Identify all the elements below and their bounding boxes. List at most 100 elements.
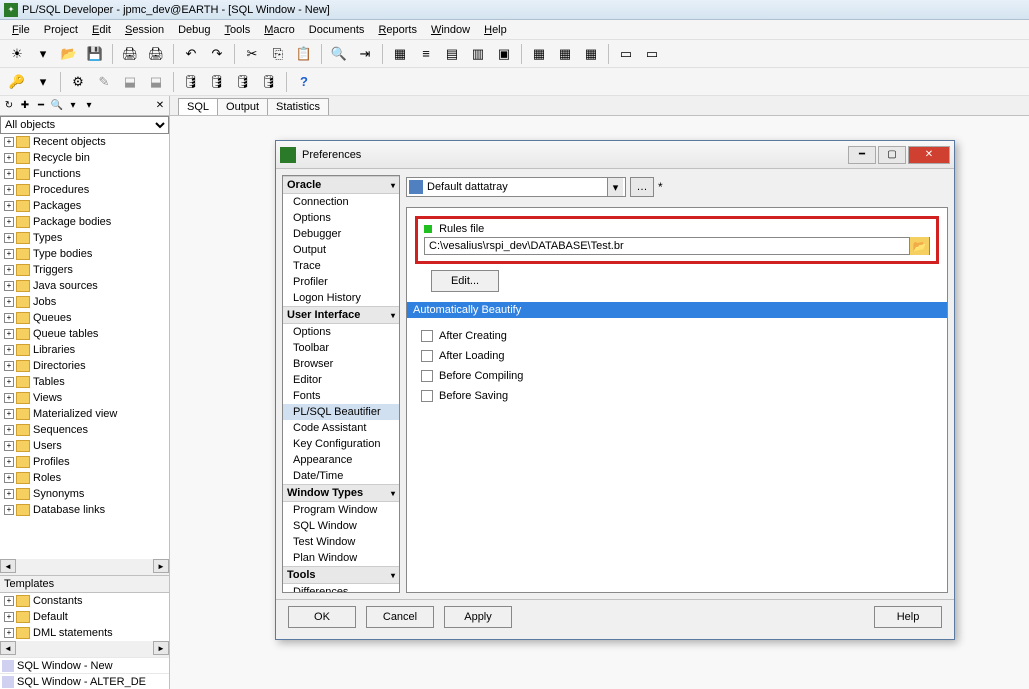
- pref-section-ui[interactable]: User Interface▾: [283, 306, 399, 324]
- tb-icon-f[interactable]: ▦: [528, 43, 550, 65]
- h-scrollbar-2[interactable]: ◄ ►: [0, 641, 169, 657]
- expand-icon[interactable]: +: [4, 233, 14, 243]
- minimize-button[interactable]: ━: [848, 146, 876, 164]
- pref-item[interactable]: Trace: [283, 258, 399, 274]
- expand-icon[interactable]: +: [4, 345, 14, 355]
- tree-item[interactable]: +Recent objects: [0, 134, 169, 150]
- tree-item[interactable]: +Queues: [0, 310, 169, 326]
- ok-button[interactable]: OK: [288, 606, 356, 628]
- pref-ellipsis-button[interactable]: …: [630, 177, 654, 197]
- expand-icon[interactable]: +: [4, 185, 14, 195]
- checkbox[interactable]: [421, 330, 433, 342]
- expand-icon[interactable]: +: [4, 137, 14, 147]
- expand-icon[interactable]: +: [4, 596, 14, 606]
- tb-icon-i[interactable]: ▭: [615, 43, 637, 65]
- menu-session[interactable]: Session: [119, 22, 170, 38]
- tree-item[interactable]: +Functions: [0, 166, 169, 182]
- new-icon[interactable]: ☀: [6, 43, 28, 65]
- dialog-titlebar[interactable]: Preferences ━ ▢ ✕: [276, 141, 954, 169]
- copy-icon[interactable]: ⎘: [267, 43, 289, 65]
- menu-file[interactable]: File: [6, 22, 36, 38]
- browse-button[interactable]: 📂: [909, 237, 929, 255]
- expand-icon[interactable]: +: [4, 361, 14, 371]
- chevron-down-icon[interactable]: ▾: [607, 178, 623, 196]
- tb-icon-e[interactable]: ▣: [493, 43, 515, 65]
- collapse-icon[interactable]: ━: [34, 99, 48, 113]
- menu-help[interactable]: Help: [478, 22, 513, 38]
- expand-icon[interactable]: +: [4, 393, 14, 403]
- tb-icon-a[interactable]: ▦: [389, 43, 411, 65]
- object-filter-combo[interactable]: All objects: [0, 116, 169, 134]
- refresh-icon[interactable]: ↻: [2, 99, 16, 113]
- maximize-button[interactable]: ▢: [878, 146, 906, 164]
- tree-item[interactable]: +Directories: [0, 358, 169, 374]
- tb2-a[interactable]: ⬓: [119, 71, 141, 93]
- expand-icon[interactable]: +: [4, 249, 14, 259]
- h-scrollbar[interactable]: ◄ ►: [0, 559, 169, 575]
- pref-item[interactable]: Debugger: [283, 226, 399, 242]
- pref-item[interactable]: Date/Time: [283, 468, 399, 484]
- tree-item[interactable]: +Views: [0, 390, 169, 406]
- pref-item[interactable]: Toolbar: [283, 340, 399, 356]
- tree-item[interactable]: +Libraries: [0, 342, 169, 358]
- findnext-icon[interactable]: ⇥: [354, 43, 376, 65]
- expand-icon[interactable]: +: [4, 441, 14, 451]
- sort-icon[interactable]: ▾: [82, 99, 96, 113]
- scroll-right-icon[interactable]: ►: [153, 559, 169, 573]
- checkbox[interactable]: [421, 370, 433, 382]
- paste-icon[interactable]: 📋: [293, 43, 315, 65]
- gear-icon[interactable]: ⚙: [67, 71, 89, 93]
- checkbox[interactable]: [421, 350, 433, 362]
- pref-item[interactable]: SQL Window: [283, 518, 399, 534]
- tree-item[interactable]: +Java sources: [0, 278, 169, 294]
- tree-item[interactable]: +Users: [0, 438, 169, 454]
- pref-item[interactable]: Code Assistant: [283, 420, 399, 436]
- expand-icon[interactable]: +: [4, 628, 14, 638]
- expand-icon[interactable]: +: [4, 217, 14, 227]
- tree-item[interactable]: +Database links: [0, 502, 169, 518]
- object-tree[interactable]: +Recent objects+Recycle bin+Functions+Pr…: [0, 134, 169, 559]
- tb-icon-h[interactable]: ▦: [580, 43, 602, 65]
- expand-icon[interactable]: +: [4, 457, 14, 467]
- pref-section-tools[interactable]: Tools▾: [283, 566, 399, 584]
- tree-item[interactable]: +Synonyms: [0, 486, 169, 502]
- pref-item[interactable]: Output: [283, 242, 399, 258]
- expand-icon[interactable]: +: [4, 281, 14, 291]
- apply-button[interactable]: Apply: [444, 606, 512, 628]
- pref-item[interactable]: Fonts: [283, 388, 399, 404]
- pref-item[interactable]: Differences: [283, 584, 399, 593]
- tree-item[interactable]: +DML statements: [0, 625, 169, 641]
- tree-item[interactable]: +Packages: [0, 198, 169, 214]
- pref-item[interactable]: Options: [283, 324, 399, 340]
- undo-icon[interactable]: ↶: [180, 43, 202, 65]
- pref-item[interactable]: Editor: [283, 372, 399, 388]
- expand-icon[interactable]: +: [4, 201, 14, 211]
- menu-documents[interactable]: Documents: [303, 22, 371, 38]
- pref-item[interactable]: Options: [283, 210, 399, 226]
- scroll-left-icon[interactable]: ◄: [0, 641, 16, 655]
- find-tree-icon[interactable]: 🔍: [50, 99, 64, 113]
- pref-item[interactable]: PL/SQL Beautifier: [283, 404, 399, 420]
- checkbox[interactable]: [421, 390, 433, 402]
- cut-icon[interactable]: ✂: [241, 43, 263, 65]
- save-icon[interactable]: 💾: [84, 43, 106, 65]
- templates-tree[interactable]: +Constants+Default+DML statements: [0, 593, 169, 641]
- expand-icon[interactable]: +: [4, 169, 14, 179]
- expand-icon[interactable]: +: [4, 153, 14, 163]
- tree-item[interactable]: +Queue tables: [0, 326, 169, 342]
- help-button[interactable]: Help: [874, 606, 942, 628]
- expand-icon[interactable]: +: [4, 612, 14, 622]
- tree-item[interactable]: +Materialized view: [0, 406, 169, 422]
- tree-item[interactable]: +Types: [0, 230, 169, 246]
- rules-file-input[interactable]: [425, 238, 909, 254]
- filter-icon[interactable]: ▾: [66, 99, 80, 113]
- pref-item[interactable]: Plan Window: [283, 550, 399, 566]
- expand-icon[interactable]: +: [4, 409, 14, 419]
- scroll-right-icon[interactable]: ►: [153, 641, 169, 655]
- pref-item[interactable]: Test Window: [283, 534, 399, 550]
- tree-item[interactable]: +Package bodies: [0, 214, 169, 230]
- tb-icon-g[interactable]: ▦: [554, 43, 576, 65]
- tb2-b[interactable]: ⬓: [145, 71, 167, 93]
- menu-edit[interactable]: Edit: [86, 22, 117, 38]
- db1-icon[interactable]: 🛢: [180, 71, 202, 93]
